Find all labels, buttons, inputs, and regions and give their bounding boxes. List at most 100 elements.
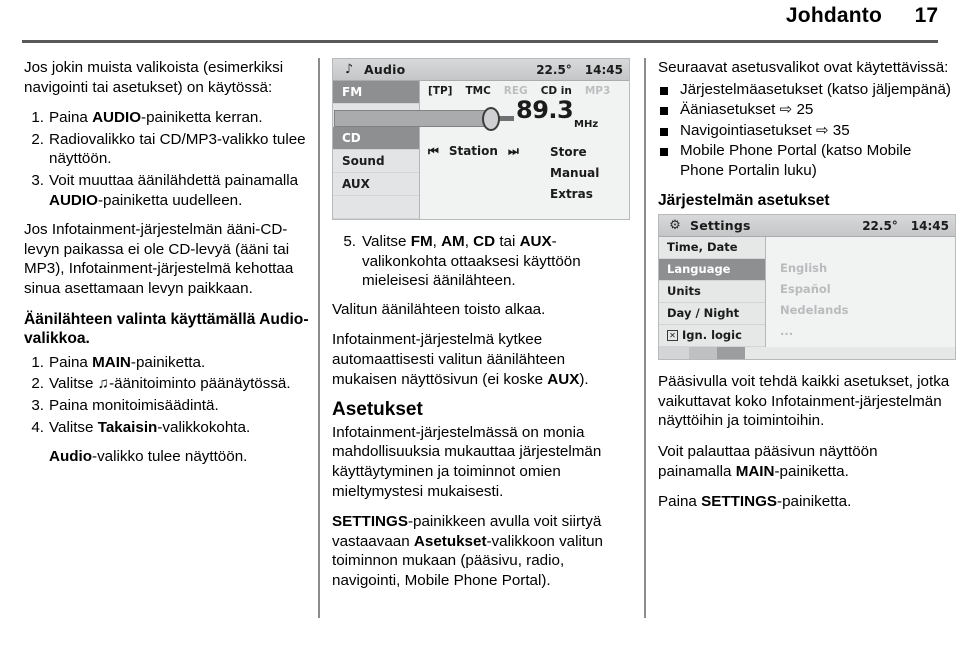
settings-display-footer <box>659 347 955 360</box>
flag-tmc: TMC <box>465 85 491 98</box>
skip-previous-icon[interactable]: ⏮ <box>428 142 439 162</box>
station-control-group: ⏮ Station ⏭ <box>428 142 550 162</box>
audio-source-sound[interactable]: Sound <box>333 150 419 173</box>
left-audio-step-4-number: 4. <box>31 418 44 436</box>
audio-source-aux[interactable]: AUX <box>333 173 419 196</box>
left-step-2: 2. Radiovalikko tai CD/MP3-valikko tulee … <box>24 130 316 169</box>
station-label: Station <box>448 144 498 158</box>
left-audio-step-4-before: Valitse <box>49 418 98 436</box>
settings-value-more[interactable]: ... <box>780 321 955 342</box>
frequency-slider-track[interactable] <box>334 110 486 127</box>
left-step-1-bold: AUDIO <box>92 109 142 127</box>
bullet-navigation-settings-ref: 35 <box>832 121 850 139</box>
bullet-square-icon <box>660 86 668 95</box>
left-audio-step-3-number: 3. <box>31 396 44 414</box>
settings-item-day-night[interactable]: Day / Night <box>659 303 765 326</box>
middle-step-5-bold-aux: AUX <box>519 233 552 250</box>
left-step-1-text-after: -painiketta kerran. <box>141 109 263 127</box>
middle-paragraph-4: SETTINGS-painikkeen avulla voit siirtyä … <box>332 512 624 590</box>
left-step-3-bold: AUDIO <box>49 191 98 209</box>
footer-block-3 <box>717 347 745 360</box>
audio-function-row: ⏮ Station ⏭ Store Manual Extras <box>420 141 629 205</box>
middle-step-5-bold-cd: CD <box>473 233 496 250</box>
audio-menu-manual[interactable]: Manual <box>550 163 599 184</box>
settings-item-ign-logic-label: Ign. logic <box>682 328 742 343</box>
audio-display-clock: 14:45 <box>584 63 623 77</box>
middle-paragraph-4-bold-settings: SETTINGS <box>332 513 408 531</box>
audio-display-source-list: FM AM CD Sound AUX <box>333 81 420 219</box>
audio-station-controls: ⏮ Station ⏭ <box>428 142 550 205</box>
audio-menu-extras[interactable]: Extras <box>550 184 599 205</box>
settings-item-ign-logic[interactable]: ✕ Ign. logic <box>659 325 765 348</box>
three-column-body: Jos jokin muista valikoista (esimerkiksi… <box>0 58 960 648</box>
cross-reference-arrow-icon: ⇨ <box>815 121 829 139</box>
bullet-square-icon <box>660 148 668 157</box>
settings-value-english[interactable]: English <box>780 258 955 279</box>
checkbox-icon[interactable]: ✕ <box>667 330 678 342</box>
audio-source-empty <box>333 196 419 219</box>
middle-heading-asetukset: Asetukset <box>332 399 423 421</box>
left-audio-footnote: Audio-valikko tulee näyttöön. <box>24 447 316 467</box>
left-step-1-text-before: Paina <box>49 109 93 127</box>
audio-display-title: Audio <box>364 61 406 77</box>
audio-source-cd[interactable]: CD <box>333 127 419 150</box>
audio-display-temperature: 22.5° <box>536 63 572 77</box>
right-paragraph-3-bold: SETTINGS <box>701 493 778 511</box>
settings-display-screenshot: ⚙ Settings 22.5° 14:45 Time, Date Langua… <box>658 214 956 361</box>
right-settings-menu-bullets: Järjestelmäasetukset (katso jäljempänä) … <box>658 80 952 181</box>
flag-tp: [TP] <box>428 85 453 98</box>
skip-next-icon[interactable]: ⏭ <box>508 142 519 162</box>
right-paragraph-2: Voit palauttaa pääsivun näyttöön painama… <box>658 442 952 481</box>
settings-value-nedelands[interactable]: Nedelands <box>780 300 955 321</box>
audio-source-fm[interactable]: FM <box>333 81 419 104</box>
left-step-1-number: 1. <box>31 109 44 127</box>
left-audio-menu-steps: 1. Paina MAIN-painiketta. 2. Valitse ♫-ään… <box>24 353 316 437</box>
right-paragraph-3: Paina SETTINGS-painiketta. <box>658 492 952 512</box>
bullet-navigation-settings: Navigointiasetukset ⇨ 35 <box>658 121 952 141</box>
music-note-icon: ♪ <box>344 61 354 77</box>
bullet-mobile-phone-portal-text: Mobile Phone Portal (katso Mobile Phone … <box>680 142 912 179</box>
left-audio-step-1-before: Paina <box>49 353 93 371</box>
settings-value-espanol[interactable]: Español <box>780 279 955 300</box>
settings-value-list: English Español Nedelands ... <box>766 237 955 348</box>
bullet-system-settings-text: Järjestelmäasetukset (katso jäljempänä) <box>680 80 951 98</box>
audio-display-screenshot: ♪ Audio 22.5° 14:45 FM AM CD Sound AUX <box>332 58 630 220</box>
audio-menu-store[interactable]: Store <box>550 142 599 163</box>
settings-item-units[interactable]: Units <box>659 281 765 304</box>
left-audio-step-2-number: 2. <box>31 375 44 393</box>
left-step-3-number: 3. <box>31 171 44 189</box>
left-step-list: 1. Paina AUDIO-painiketta kerran. 2. Radio… <box>24 108 316 210</box>
left-subheading: Äänilähteen valinta käyttämällä Audio-va… <box>24 310 309 348</box>
left-step-2-number: 2. <box>31 130 44 148</box>
right-intro-paragraph: Seuraavat asetusvalikot ovat käytettävis… <box>658 59 949 76</box>
bullet-audio-settings-ref: 25 <box>796 101 814 119</box>
middle-step-5-bold-fm: FM <box>410 233 433 250</box>
frequency-slider-handle[interactable] <box>482 107 500 131</box>
bullet-square-icon <box>660 107 668 116</box>
page-header: Johdanto 17 <box>0 0 960 44</box>
right-paragraph-3-before: Paina <box>658 493 702 511</box>
right-heading-system-settings: Järjestelmän asetukset <box>658 191 830 209</box>
audio-frequency-row: 89.3 MHz <box>334 98 629 141</box>
settings-item-language[interactable]: Language <box>659 259 765 282</box>
audio-display-body: FM AM CD Sound AUX [TP] TMC REG CD in MP… <box>333 81 629 219</box>
bullet-square-icon <box>660 127 668 136</box>
bullet-navigation-settings-text: Navigointiasetukset <box>680 121 812 139</box>
settings-display-status-right: 22.5° 14:45 <box>862 217 949 237</box>
middle-paragraph-4-bold-asetukset: Asetukset <box>413 532 487 550</box>
settings-display-title: Settings <box>690 217 751 233</box>
settings-item-time-date[interactable]: Time, Date <box>659 237 765 260</box>
left-audio-step-4: 4. Valitse Takaisin-valikkokohta. <box>24 418 316 438</box>
bullet-mobile-phone-portal: Mobile Phone Portal (katso Mobile Phone … <box>658 141 952 180</box>
left-audio-step-3-before: Paina monitoimisäädintä. <box>49 396 219 414</box>
left-cd-paragraph: Jos Infotainment-järjestelmän ääni-CD-le… <box>24 221 294 297</box>
cross-reference-arrow-icon: ⇨ <box>779 101 793 119</box>
flag-mp3: MP3 <box>584 85 611 98</box>
right-paragraph-3-after: -painiketta. <box>777 493 852 511</box>
left-step-3-text-after: -painiketta uudelleen. <box>97 191 243 209</box>
left-audio-step-1: 1. Paina MAIN-painiketta. <box>24 353 316 373</box>
left-step-3-text-before: Voit muuttaa äänilähdettä painamalla <box>49 171 299 189</box>
middle-step-5: 5. Valitse FM, AM, CD tai AUX-valikonkoht… <box>332 232 624 291</box>
left-audio-step-2: 2. Valitse ♫-äänitoiminto päänäytössä. <box>24 374 316 394</box>
middle-column: ♪ Audio 22.5° 14:45 FM AM CD Sound AUX <box>332 58 630 602</box>
